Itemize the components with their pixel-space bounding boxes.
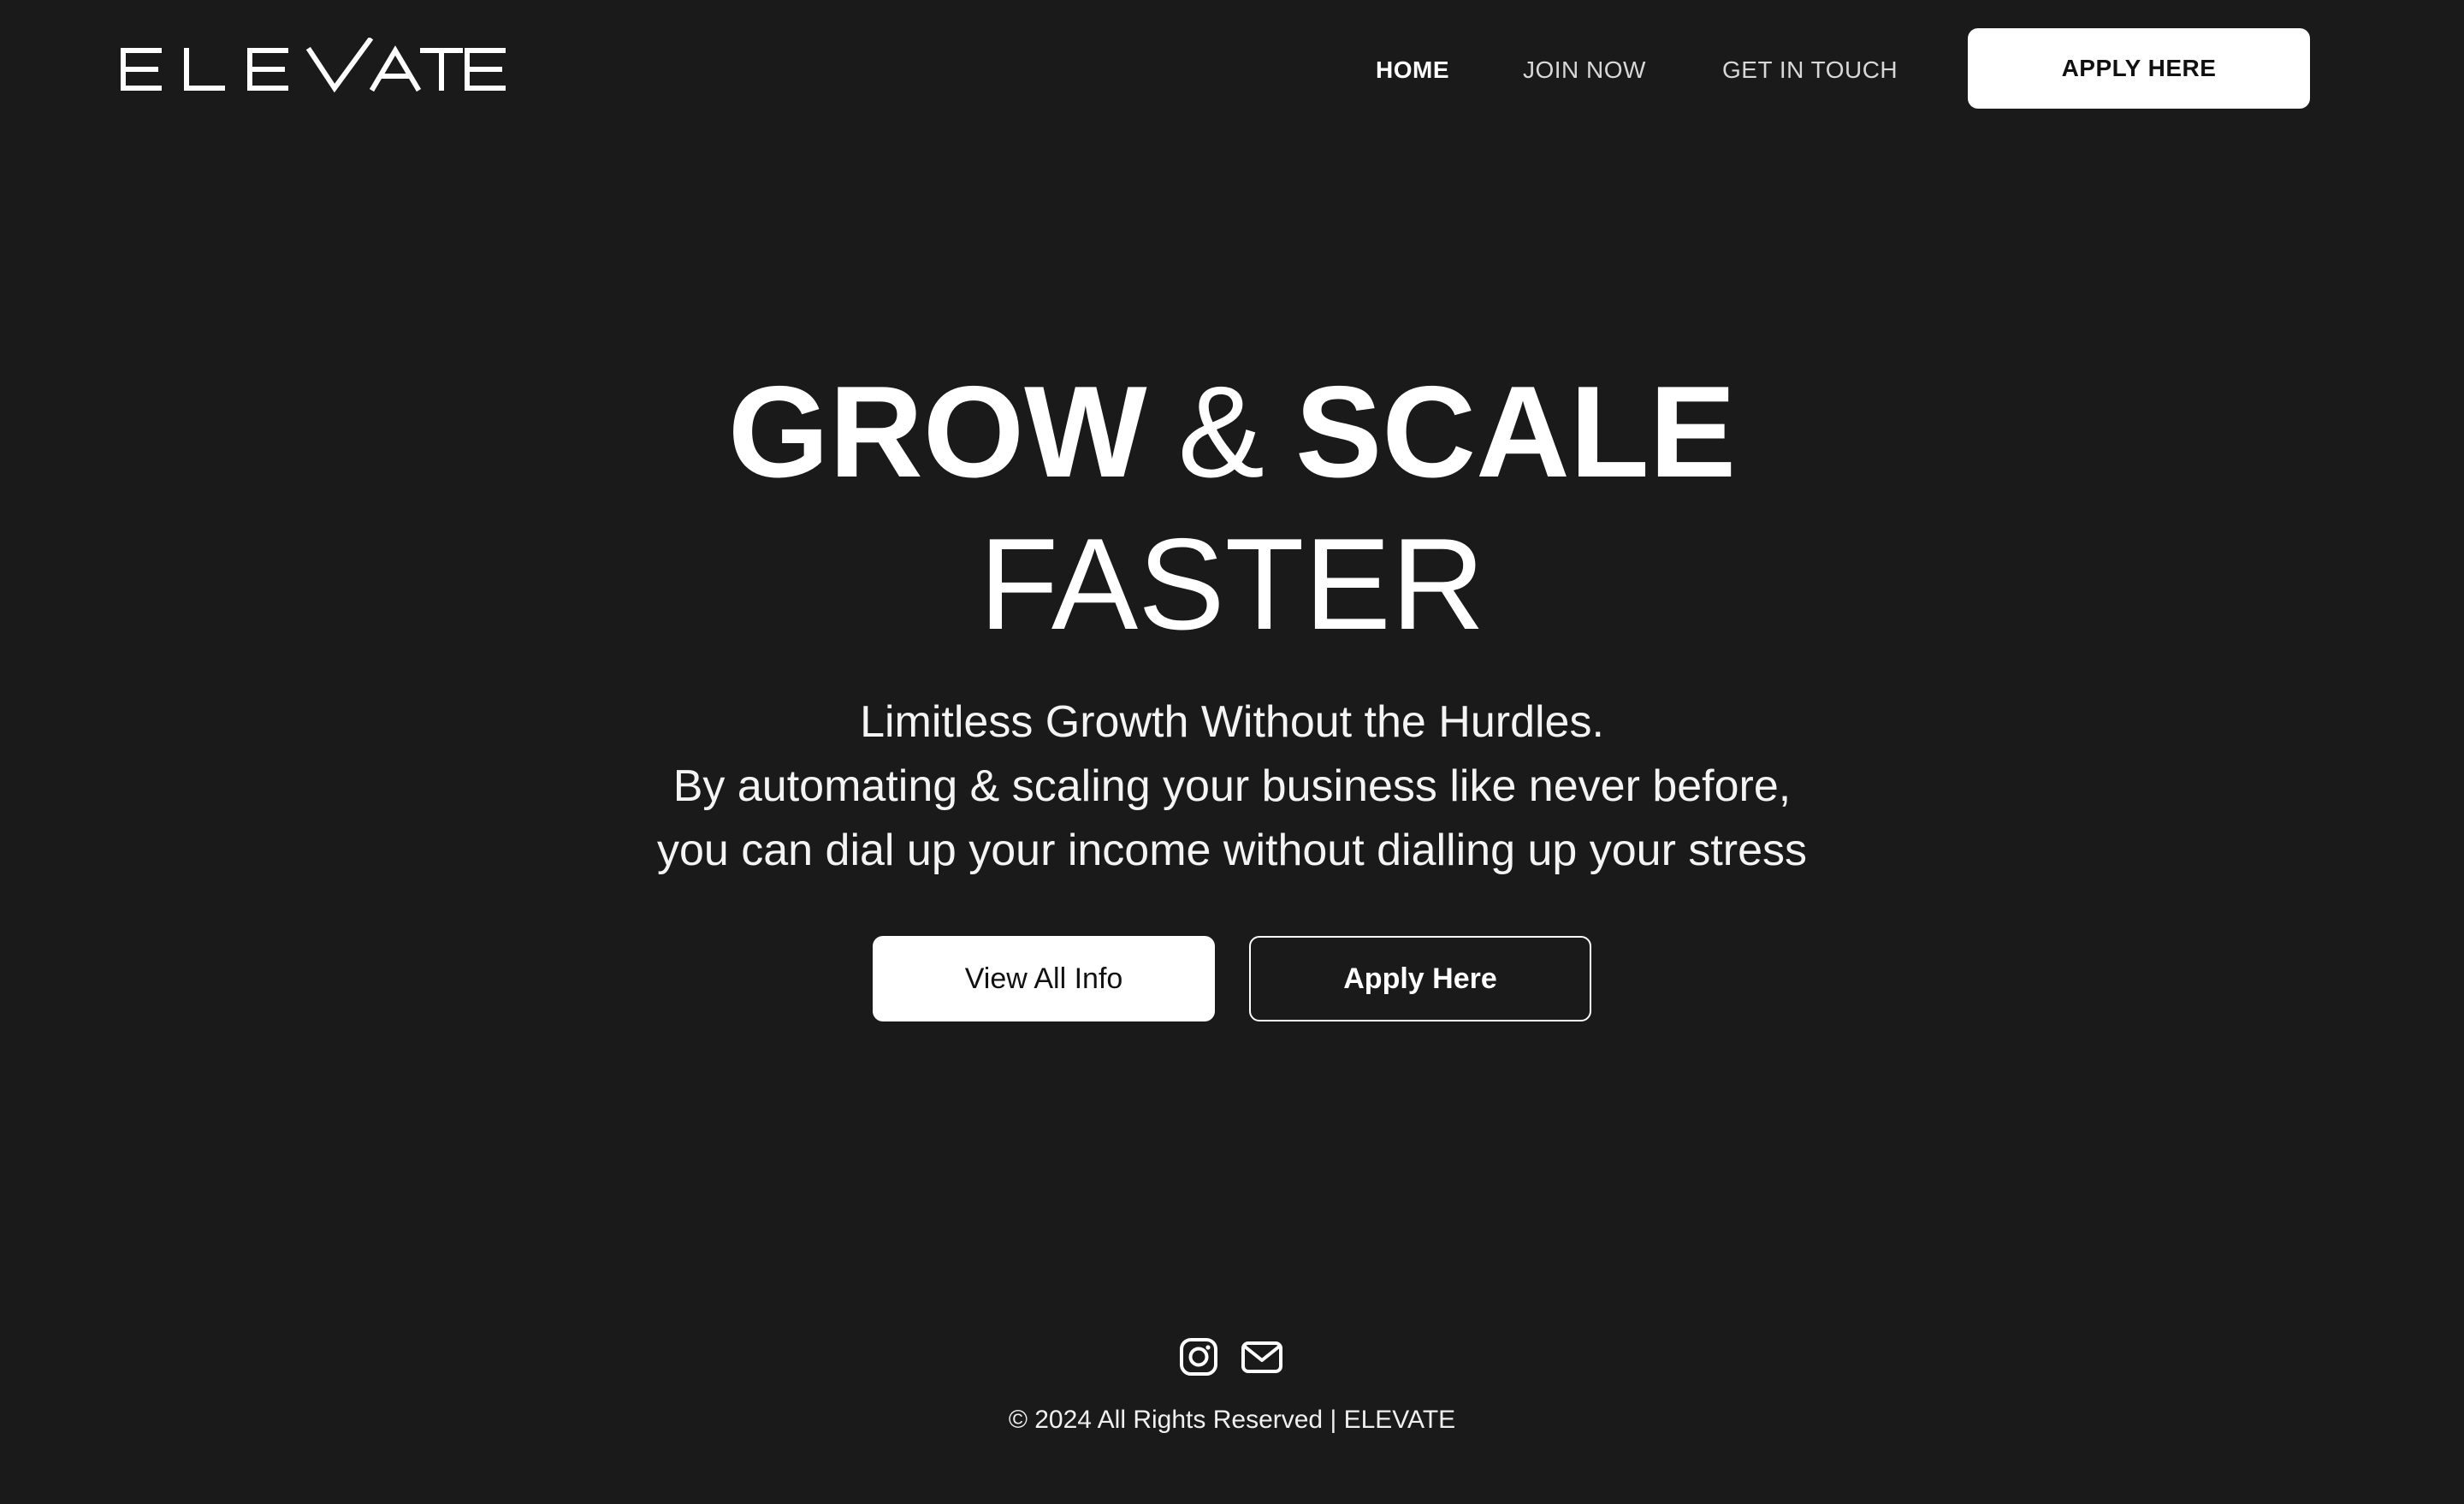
hero-subtitle-line2: By automating & scaling your business li… (672, 761, 1792, 811)
hero-subtitle-line1: Limitless Growth Without the Hurdles. (860, 697, 1604, 747)
apply-here-hero-button[interactable]: Apply Here (1249, 936, 1591, 1021)
hero-title-scale: SCALE (1294, 359, 1737, 505)
elevate-logo[interactable] (118, 38, 508, 99)
nav-join-now-link[interactable]: JOIN NOW (1523, 53, 1646, 87)
apply-here-nav-button[interactable]: APPLY HERE (1968, 28, 2310, 109)
view-all-info-button[interactable]: View All Info (873, 936, 1215, 1021)
instagram-icon[interactable] (1179, 1336, 1218, 1377)
hero-title-line1: GROW & SCALE (0, 359, 2464, 505)
hero-title-ampersand: & (1177, 359, 1265, 505)
nav-home-link[interactable]: HOME (1376, 53, 1449, 87)
copyright-text: © 2024 All Rights Reserved | ELEVATE (1008, 1406, 1456, 1434)
mail-icon[interactable] (1241, 1336, 1283, 1377)
nav-get-in-touch-link[interactable]: GET IN TOUCH (1722, 53, 1898, 87)
hero-title-grow: GROW (727, 359, 1147, 505)
hero-title-line2: FASTER (979, 512, 1485, 657)
hero-subtitle-line3: you can dial up your income without dial… (656, 826, 1808, 875)
